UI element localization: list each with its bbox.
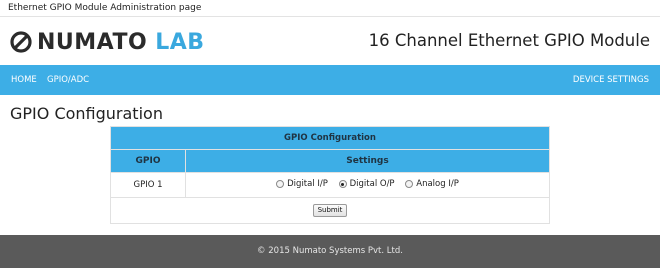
- radio-button[interactable]: [405, 180, 414, 188]
- radio-label: Digital I/P: [287, 179, 328, 189]
- radio-digital-input[interactable]: Digital I/P: [276, 179, 328, 189]
- table-title: GPIO Configuration: [110, 126, 550, 150]
- page-heading: GPIO Configuration: [10, 104, 163, 123]
- radio-button[interactable]: [276, 180, 285, 188]
- logo[interactable]: NUMATO LAB: [10, 27, 205, 57]
- page-title-bar: Ethernet GPIO Module Administration page: [0, 0, 660, 17]
- gpio-name-cell: GPIO 1: [110, 172, 186, 198]
- logo-text-numato: NUMATO: [37, 29, 148, 55]
- page-title: Ethernet GPIO Module Administration page: [8, 3, 202, 13]
- radio-digital-output[interactable]: Digital O/P: [338, 179, 395, 189]
- product-title: 16 Channel Ethernet GPIO Module: [368, 31, 650, 50]
- radio-analog-input[interactable]: Analog I/P: [405, 179, 459, 189]
- copyright-text: © 2015 Numato Systems Pvt. Ltd.: [257, 246, 403, 256]
- logo-text-lab: LAB: [155, 29, 205, 55]
- footer: © 2015 Numato Systems Pvt. Ltd.: [0, 235, 660, 268]
- column-header-settings: Settings: [185, 149, 550, 173]
- submit-button[interactable]: Submit: [312, 204, 348, 217]
- nav-gpio-adc-link[interactable]: GPIO/ADC: [47, 65, 89, 95]
- nav-home-link[interactable]: HOME: [11, 65, 37, 95]
- radio-label: Analog I/P: [416, 179, 459, 189]
- radio-label: Digital O/P: [349, 179, 395, 189]
- header: NUMATO LAB 16 Channel Ethernet GPIO Modu…: [0, 17, 660, 65]
- settings-cell: Digital I/P Digital O/P Analog I/P: [185, 172, 550, 198]
- nav-device-settings-link[interactable]: DEVICE SETTINGS: [573, 65, 649, 95]
- nav-bar: HOME GPIO/ADC DEVICE SETTINGS: [0, 65, 660, 95]
- column-header-gpio: GPIO: [110, 149, 186, 173]
- numato-logo-icon: [10, 31, 32, 53]
- radio-button-selected[interactable]: [338, 180, 347, 188]
- gpio-config-table: GPIO Configuration GPIO Settings GPIO 1 …: [110, 126, 550, 224]
- table-row: GPIO 1 Digital I/P Digital O/P Analog I/…: [110, 172, 550, 198]
- submit-row: Submit: [110, 197, 550, 224]
